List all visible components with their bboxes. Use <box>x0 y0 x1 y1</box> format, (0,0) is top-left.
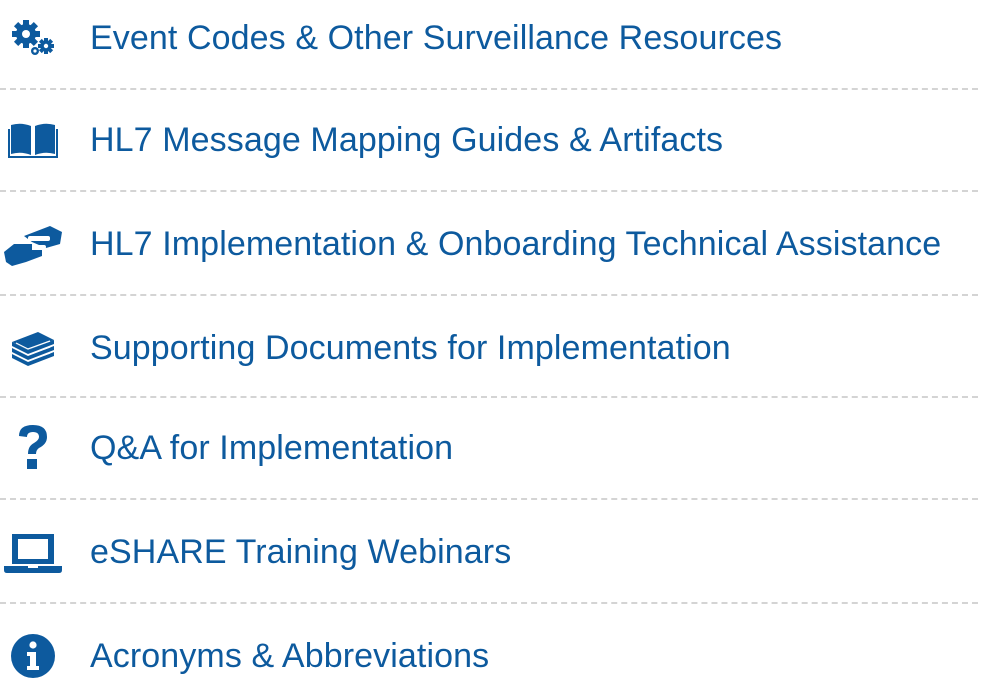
link-label: Acronyms & Abbreviations <box>90 637 490 675</box>
link-eshare-training-webinars[interactable]: eSHARE Training Webinars <box>0 522 982 582</box>
divider <box>0 190 978 192</box>
link-label: Supporting Documents for Implementation <box>90 329 731 367</box>
link-label: HL7 Implementation & Onboarding Technica… <box>90 225 942 263</box>
link-label: HL7 Message Mapping Guides & Artifacts <box>90 121 724 159</box>
question-mark-icon <box>0 418 66 478</box>
info-circle-icon <box>0 626 66 686</box>
laptop-icon <box>0 522 66 582</box>
divider <box>0 88 978 90</box>
link-hl7-implementation-onboarding[interactable]: HL7 Implementation & Onboarding Technica… <box>0 214 982 274</box>
link-hl7-message-mapping[interactable]: HL7 Message Mapping Guides & Artifacts <box>0 110 982 170</box>
divider <box>0 396 978 398</box>
link-label: Q&A for Implementation <box>90 429 454 467</box>
link-qa-implementation[interactable]: Q&A for Implementation <box>0 418 982 478</box>
stacked-books-icon <box>0 318 66 378</box>
divider <box>0 294 978 296</box>
divider <box>0 498 978 500</box>
link-label: eSHARE Training Webinars <box>90 533 512 571</box>
book-open-icon <box>0 110 66 170</box>
handshake-icon <box>0 214 66 274</box>
link-acronyms-abbreviations[interactable]: Acronyms & Abbreviations <box>0 626 982 686</box>
link-supporting-documents[interactable]: Supporting Documents for Implementation <box>0 318 982 378</box>
link-event-codes[interactable]: Event Codes & Other Surveillance Resourc… <box>0 8 982 68</box>
link-label: Event Codes & Other Surveillance Resourc… <box>90 19 783 57</box>
divider <box>0 602 978 604</box>
gears-icon <box>0 8 66 68</box>
resource-link-list: Event Codes & Other Surveillance Resourc… <box>0 0 982 678</box>
